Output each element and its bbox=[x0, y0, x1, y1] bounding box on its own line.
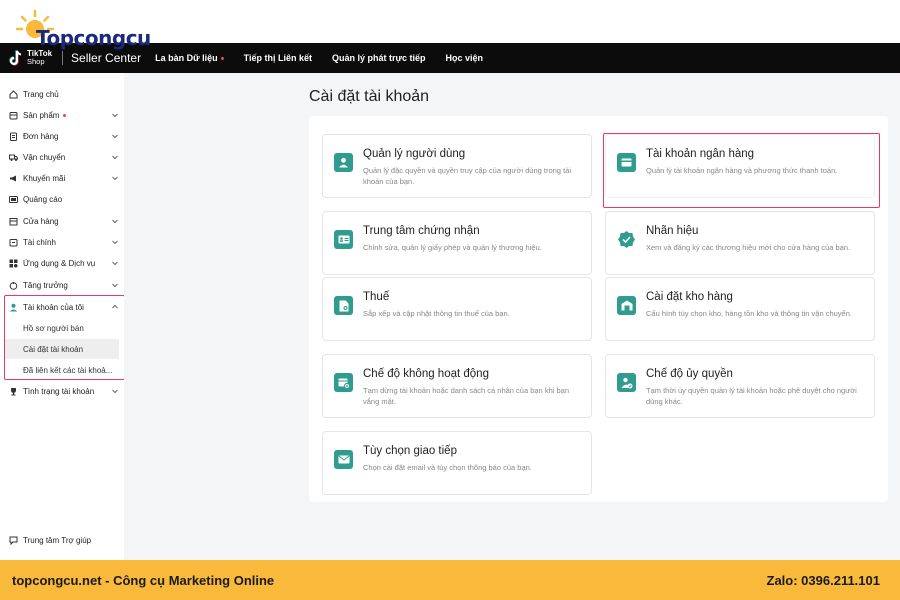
store-icon bbox=[9, 217, 18, 226]
logo-line-2: Shop bbox=[27, 57, 45, 66]
card-thue[interactable]: Thuế Sắp xếp và cập nhật thông tin thuế … bbox=[322, 277, 592, 341]
sidebar-subitem-cai-dat-tai-khoan[interactable]: Cài đặt tài khoản bbox=[5, 339, 119, 359]
mail-icon bbox=[334, 450, 353, 469]
new-dot-indicator bbox=[220, 57, 224, 61]
new-dot-indicator bbox=[63, 113, 67, 117]
logo-divider bbox=[62, 51, 64, 65]
main-content: Cài đặt tài khoản Quản lý người dùng Quả… bbox=[124, 73, 900, 560]
help-center-link[interactable]: Trung tâm Trợ giúp bbox=[9, 536, 91, 545]
seller-center-label: Seller Center bbox=[71, 51, 142, 65]
watermark-text: Topcongcu bbox=[36, 26, 151, 50]
sidebar-subitem-da-lien-ket[interactable]: Đã liên kết các tài khoả... bbox=[5, 360, 119, 380]
sidebar-item-san-pham[interactable]: Sản phẩm bbox=[9, 106, 119, 124]
sidebar-item-tang-truong[interactable]: Tăng trưởng bbox=[9, 276, 119, 294]
footer-zalo-text: Zalo: 0396.211.101 bbox=[766, 572, 880, 588]
card-quan-ly-nguoi-dung[interactable]: Quản lý người dùng Quản lý đặc quyền và … bbox=[322, 134, 592, 198]
sidebar-item-tai-chinh[interactable]: Tài chính bbox=[9, 233, 119, 251]
chevron-down-icon bbox=[112, 155, 118, 160]
sidebar: Trang chủ Sản phẩm Đơn hàng Vận chuyển K… bbox=[0, 73, 124, 560]
user-icon bbox=[9, 303, 18, 312]
card-icon bbox=[617, 153, 636, 172]
warehouse-icon bbox=[617, 296, 636, 315]
nav-la-ban-du-lieu[interactable]: La bàn Dữ liệu bbox=[155, 53, 224, 63]
product-icon bbox=[9, 111, 18, 120]
topcongcu-watermark-logo: Topcongcu bbox=[10, 4, 160, 52]
chevron-up-icon bbox=[112, 304, 118, 309]
card-nhan-hieu[interactable]: Nhãn hiệu Xem và đăng ký các thương hiệu… bbox=[605, 211, 875, 275]
wallet-icon bbox=[9, 238, 18, 247]
user-icon bbox=[334, 153, 353, 172]
chat-help-icon bbox=[9, 536, 18, 545]
tiktok-shop-logo[interactable]: TikTok Shop bbox=[9, 50, 52, 66]
chevron-down-icon bbox=[112, 283, 118, 288]
card-che-do-khong-hoat-dong[interactable]: Chế độ không hoạt động Tạm dừng tài khoả… bbox=[322, 354, 592, 418]
sidebar-subitem-ho-so-nguoi-ban[interactable]: Hồ sơ người bán bbox=[5, 318, 119, 338]
sidebar-item-tinh-trang-tai-khoan[interactable]: Tình trạng tài khoản bbox=[9, 382, 119, 400]
sidebar-item-don-hang[interactable]: Đơn hàng bbox=[9, 127, 119, 145]
growth-icon bbox=[9, 281, 18, 290]
chevron-down-icon bbox=[112, 240, 118, 245]
user-delegate-icon bbox=[617, 373, 636, 392]
badge-check-icon bbox=[617, 230, 636, 249]
card-che-do-uy-quyen[interactable]: Chế độ ủy quyền Tạm thời ủy quyền quản l… bbox=[605, 354, 875, 418]
tax-doc-icon bbox=[334, 296, 353, 315]
calendar-pause-icon bbox=[334, 373, 353, 392]
trophy-icon bbox=[9, 387, 18, 396]
card-trung-tam-chung-nhan[interactable]: Trung tâm chứng nhận Chỉnh sửa, quản lý … bbox=[322, 211, 592, 275]
settings-panel: Quản lý người dùng Quản lý đặc quyền và … bbox=[309, 116, 888, 502]
sidebar-item-trang-chu[interactable]: Trang chủ bbox=[9, 85, 119, 103]
id-card-icon bbox=[334, 230, 353, 249]
card-cai-dat-kho-hang[interactable]: Cài đặt kho hàng Cấu hình tùy chọn kho, … bbox=[605, 277, 875, 341]
sidebar-item-van-chuyen[interactable]: Vận chuyển bbox=[9, 148, 119, 166]
card-tuy-chon-giao-tiep[interactable]: Tùy chọn giao tiếp Chọn cài đặt email và… bbox=[322, 431, 592, 495]
order-icon bbox=[9, 132, 18, 141]
card-tai-khoan-ngan-hang[interactable]: Tài khoản ngân hàng Quản lý tài khoản ng… bbox=[605, 134, 875, 198]
sidebar-item-quang-cao[interactable]: Quảng cáo bbox=[9, 190, 119, 208]
footer-site-text: topcongcu.net - Công cụ Marketing Online bbox=[12, 572, 275, 588]
chevron-down-icon bbox=[112, 389, 118, 394]
nav-hoc-vien[interactable]: Học viện bbox=[445, 53, 483, 63]
chevron-down-icon bbox=[112, 219, 118, 224]
megaphone-icon bbox=[9, 174, 18, 183]
footer-banner: topcongcu.net - Công cụ Marketing Online… bbox=[0, 560, 900, 600]
tiktok-note-icon bbox=[9, 50, 23, 66]
ad-icon bbox=[9, 195, 18, 204]
nav-tiep-thi-lien-ket[interactable]: Tiếp thị Liên kết bbox=[244, 53, 312, 63]
nav-quan-ly-phat-truc-tiep[interactable]: Quản lý phát trực tiếp bbox=[332, 53, 426, 63]
chevron-down-icon bbox=[112, 113, 118, 118]
page-title: Cài đặt tài khoản bbox=[309, 88, 430, 105]
sidebar-item-cua-hang[interactable]: Cửa hàng bbox=[9, 212, 119, 230]
chevron-down-icon bbox=[112, 176, 118, 181]
truck-icon bbox=[9, 153, 18, 162]
sidebar-item-khuyen-mai[interactable]: Khuyến mãi bbox=[9, 169, 119, 187]
chevron-down-icon bbox=[112, 134, 118, 139]
sidebar-item-ung-dung-dich-vu[interactable]: Ứng dụng & Dịch vụ bbox=[9, 254, 119, 272]
home-icon bbox=[9, 89, 18, 99]
chevron-down-icon bbox=[112, 261, 118, 266]
sidebar-item-tai-khoan-cua-toi[interactable]: Tài khoản của tôi bbox=[9, 298, 119, 316]
apps-icon bbox=[9, 259, 18, 268]
